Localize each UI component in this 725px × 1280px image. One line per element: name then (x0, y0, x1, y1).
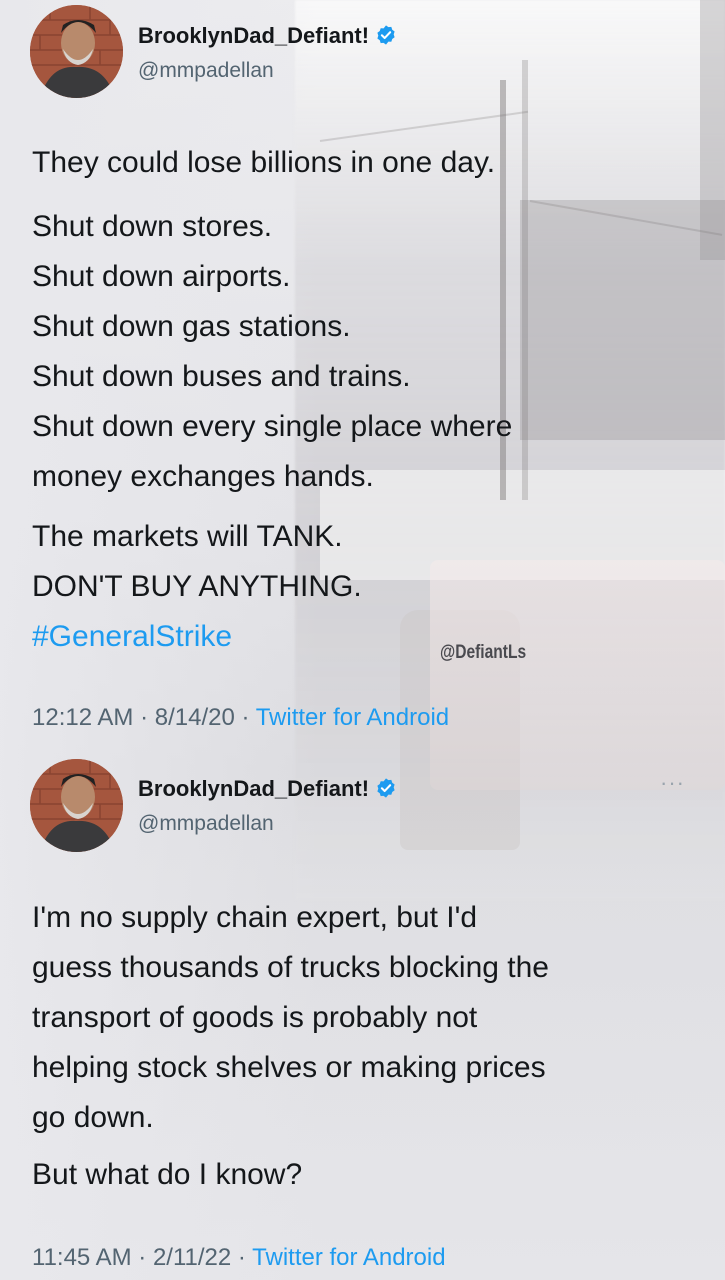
tweet-time[interactable]: 12:12 AM (32, 704, 133, 731)
watermark: @DefiantLs (440, 642, 527, 663)
tweet-text-paragraph-2: But what do I know? (32, 1150, 302, 1200)
tweet-date[interactable]: 8/14/20 (155, 704, 235, 731)
tweet-text-intro: They could lose billions in one day. (32, 138, 495, 188)
text-line: The markets will TANK. (32, 520, 343, 553)
avatar[interactable] (30, 5, 123, 98)
separator: · (133, 704, 155, 731)
text-line: DON'T BUY ANYTHING. (32, 570, 362, 603)
tweet-meta: 12:12 AM · 8/14/20 · Twitter for Android (32, 704, 449, 732)
text-line: They could lose billions in one day. (32, 146, 496, 179)
text-line: go down. (32, 1101, 154, 1134)
user-handle[interactable]: @mmpadellan (138, 812, 274, 836)
tweet-text-paragraph-1: I'm no supply chain expert, but I'd gues… (32, 893, 549, 1143)
tweet-source-link[interactable]: Twitter for Android (252, 1244, 445, 1271)
text-line: Shut down airports. (32, 260, 291, 293)
hashtag-link[interactable]: #GeneralStrike (32, 612, 362, 662)
text-line: But what do I know? (32, 1158, 303, 1191)
verified-badge-icon (375, 777, 397, 805)
display-name-text[interactable]: BrooklynDad_Defiant! (138, 23, 369, 48)
more-options-icon[interactable]: ··· (660, 770, 685, 796)
tweet-source-link[interactable]: Twitter for Android (256, 704, 449, 731)
tweet-meta: 11:45 AM · 2/11/22 · Twitter for Android (32, 1244, 446, 1272)
separator: · (231, 1244, 253, 1271)
text-line: transport of goods is probably not (32, 1001, 478, 1034)
text-line: Shut down every single place where (32, 410, 513, 443)
verified-badge-icon (375, 24, 397, 52)
text-line: money exchanges hands. (32, 460, 374, 493)
tweet-text-end: The markets will TANK. DON'T BUY ANYTHIN… (32, 512, 362, 662)
separator: · (234, 704, 256, 731)
avatar[interactable] (30, 759, 123, 852)
separator: · (131, 1244, 153, 1271)
tweet-time[interactable]: 11:45 AM (32, 1244, 132, 1271)
display-name-text[interactable]: BrooklynDad_Defiant! (138, 776, 369, 801)
text-line: I'm no supply chain expert, but I'd (32, 901, 478, 934)
text-line: helping stock shelves or making prices (32, 1051, 546, 1084)
user-handle[interactable]: @mmpadellan (138, 59, 274, 83)
tweet-date[interactable]: 2/11/22 (153, 1244, 231, 1271)
tweet-text-list: Shut down stores. Shut down airports. Sh… (32, 202, 512, 502)
display-name[interactable]: BrooklynDad_Defiant! (138, 23, 397, 52)
text-line: guess thousands of trucks blocking the (32, 951, 549, 984)
text-line: Shut down stores. (32, 210, 273, 243)
display-name[interactable]: BrooklynDad_Defiant! (138, 776, 397, 805)
text-line: Shut down gas stations. (32, 310, 351, 343)
text-line: Shut down buses and trains. (32, 360, 411, 393)
